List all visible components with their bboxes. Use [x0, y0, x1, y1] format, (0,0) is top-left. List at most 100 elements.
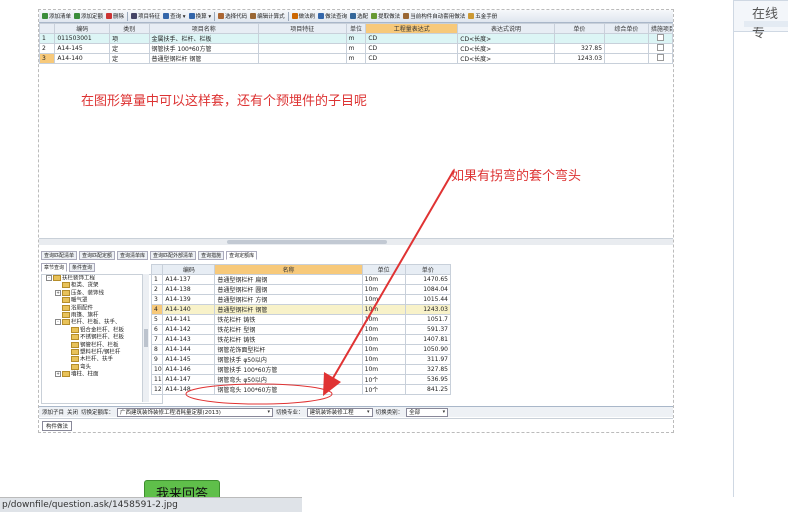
quota-header-cell[interactable]	[150, 264, 164, 275]
top-cell-desc[interactable]: CD<长度>	[457, 43, 555, 54]
top-cell-expr[interactable]: CD	[365, 33, 459, 44]
top-cell-code[interactable]: A14-145	[54, 43, 111, 54]
lower-tab-2[interactable]: 查询清单库	[117, 251, 149, 260]
top-header-cell[interactable]: 措施项目	[647, 23, 673, 34]
toolbar-button-2[interactable]: 删除	[106, 12, 124, 20]
top-header-cell[interactable]: 编码	[54, 23, 111, 34]
quota-cell-code[interactable]: A14-142	[162, 324, 216, 335]
top-cell-name[interactable]: 普通型钢栏杆 钢管	[148, 53, 259, 64]
tree-expander-icon[interactable]: +	[55, 371, 61, 378]
add-sub-button[interactable]: 添加子目	[42, 408, 64, 416]
quota-cell-code[interactable]: A14-138	[162, 284, 216, 295]
toolbar-button-7[interactable]: 编辑计算式	[250, 12, 285, 20]
top-grid-row[interactable]: 1 011503001 项金属扶手、栏杆、栏板 m CD CD<长度>	[39, 33, 673, 44]
top-cell-num[interactable]: 1	[39, 33, 56, 44]
measure-checkbox-cell[interactable]	[647, 53, 673, 64]
top-cell-feature[interactable]	[258, 33, 347, 44]
quota-cell-code[interactable]: A14-145	[162, 354, 216, 365]
quota-cell-num[interactable]: 9	[150, 354, 164, 365]
quota-cell-code[interactable]: A14-144	[162, 344, 216, 355]
top-cell-desc[interactable]: CD<长度>	[457, 53, 555, 64]
lower-tab-4[interactable]: 查询措施	[198, 251, 225, 260]
tree-scrollbar[interactable]	[142, 274, 149, 402]
quota-cell-num[interactable]: 1	[150, 274, 164, 285]
toolbar-button-3[interactable]: 项目特征	[131, 12, 160, 20]
lower-tab-3[interactable]: 查询匹配外部清单	[150, 251, 197, 260]
top-header-cell[interactable]: 单价	[553, 23, 606, 34]
top-cell-name[interactable]: 金属扶手、栏杆、栏板	[148, 33, 259, 44]
switch-lib-select[interactable]: 广西建筑装饰装修工程消耗量定额(2013) ▾	[117, 407, 274, 417]
top-cell-total[interactable]	[604, 33, 649, 44]
toolbar-button-6[interactable]: 选择代码	[218, 12, 247, 20]
toolbar-button-12[interactable]: 当前构件自动套用做法	[403, 12, 465, 20]
top-cell-code[interactable]: A14-140	[54, 53, 111, 64]
lower-tab-5[interactable]: 查询定额库	[226, 251, 258, 260]
close-button[interactable]: 关闭	[67, 408, 78, 416]
top-cell-type[interactable]: 项	[109, 33, 150, 44]
top-header-cell[interactable]: 项目特征	[258, 23, 347, 34]
quota-cell-num[interactable]: 3	[150, 294, 164, 305]
toolbar-button-0[interactable]: 添加清单	[42, 12, 71, 20]
toolbar-button-4[interactable]: 查询 ▾	[163, 12, 186, 20]
tab-component-method[interactable]: 构件做法	[42, 421, 73, 431]
top-cell-unit[interactable]: m	[345, 43, 367, 54]
quota-cell-code[interactable]: A14-137	[162, 274, 216, 285]
top-cell-name[interactable]: 钢管扶手 100*60方管	[148, 43, 259, 54]
toolbar-button-11[interactable]: 提取做法	[371, 12, 400, 20]
toolbar-button-5[interactable]: 换算 ▾	[188, 12, 211, 20]
switch-type-select[interactable]: 全部 ▾	[406, 407, 449, 417]
toolbar-button-9[interactable]: 做法查询	[318, 12, 347, 20]
quota-cell-num[interactable]: 8	[150, 344, 164, 355]
top-cell-unit[interactable]: m	[345, 53, 367, 64]
toolbar-button-8[interactable]: 做法刷	[291, 12, 315, 20]
quota-cell-code[interactable]: A14-140	[162, 304, 216, 315]
top-cell-price[interactable]: 327.85	[553, 43, 606, 54]
top-cell-feature[interactable]	[258, 43, 347, 54]
top-header-cell[interactable]: 表达式说明	[457, 23, 555, 34]
switch-major-select[interactable]: 建筑装饰装修工程 ▾	[306, 407, 373, 417]
top-cell-num[interactable]: 3	[39, 53, 56, 64]
top-cell-desc[interactable]: CD<长度>	[457, 33, 555, 44]
top-header-cell[interactable]: 单位	[345, 23, 367, 34]
top-header-cell[interactable]: 综合单价	[604, 23, 649, 34]
measure-checkbox[interactable]	[656, 54, 664, 61]
quota-cell-num[interactable]: 5	[150, 314, 164, 325]
toolbar-button-1[interactable]: 添加定额	[74, 12, 103, 20]
measure-checkbox-cell[interactable]	[647, 43, 673, 54]
quota-cell-code[interactable]: A14-143	[162, 334, 216, 345]
lower-tab-1[interactable]: 查询匹配定额	[79, 251, 116, 260]
top-header-cell[interactable]	[39, 23, 56, 34]
lower-subtab-1[interactable]: 条件查询	[69, 263, 96, 272]
toolbar-button-10[interactable]: 选配	[350, 12, 368, 20]
tree-expander-icon[interactable]: +	[55, 289, 61, 296]
quota-header-cell[interactable]: 编码	[162, 264, 216, 275]
top-cell-unit[interactable]: m	[345, 33, 367, 44]
measure-checkbox[interactable]	[656, 34, 664, 41]
top-cell-expr[interactable]: CD	[365, 43, 459, 54]
tree-expander-icon[interactable]: -	[46, 275, 52, 281]
quota-cell-num[interactable]: 7	[150, 334, 164, 345]
quota-cell-num[interactable]: 4	[150, 304, 164, 315]
measure-checkbox[interactable]	[656, 44, 664, 51]
top-cell-price[interactable]: 1243.03	[553, 53, 606, 64]
top-cell-price[interactable]	[553, 33, 606, 44]
measure-checkbox-cell[interactable]	[647, 33, 673, 44]
top-header-cell[interactable]: 工程量表达式	[365, 23, 459, 34]
top-cell-type[interactable]: 定	[109, 43, 150, 54]
top-grid-row[interactable]: 2 A14-145 定钢管扶手 100*60方管 m CD CD<长度> 327.85	[39, 43, 673, 54]
top-cell-code[interactable]: 011503001	[54, 33, 111, 44]
top-cell-expr[interactable]: CD	[365, 53, 459, 64]
tree-expander-icon[interactable]: -	[55, 319, 61, 326]
quota-cell-code[interactable]: A14-141	[162, 314, 216, 325]
top-header-cell[interactable]: 类别	[109, 23, 150, 34]
quota-cell-num[interactable]: 6	[150, 324, 164, 335]
top-grid-row[interactable]: 3 A14-140 定普通型钢栏杆 钢管 m CD CD<长度> 1243.03	[39, 53, 673, 64]
lower-tab-0[interactable]: 查询匹配清单	[41, 251, 78, 260]
top-cell-total[interactable]	[604, 53, 649, 64]
quota-cell-num[interactable]: 2	[150, 284, 164, 295]
top-cell-feature[interactable]	[258, 53, 347, 64]
top-cell-total[interactable]	[604, 43, 649, 54]
top-header-cell[interactable]: 项目名称	[148, 23, 259, 34]
toolbar-button-13[interactable]: 五金手册	[468, 12, 497, 20]
top-cell-num[interactable]: 2	[39, 43, 56, 54]
